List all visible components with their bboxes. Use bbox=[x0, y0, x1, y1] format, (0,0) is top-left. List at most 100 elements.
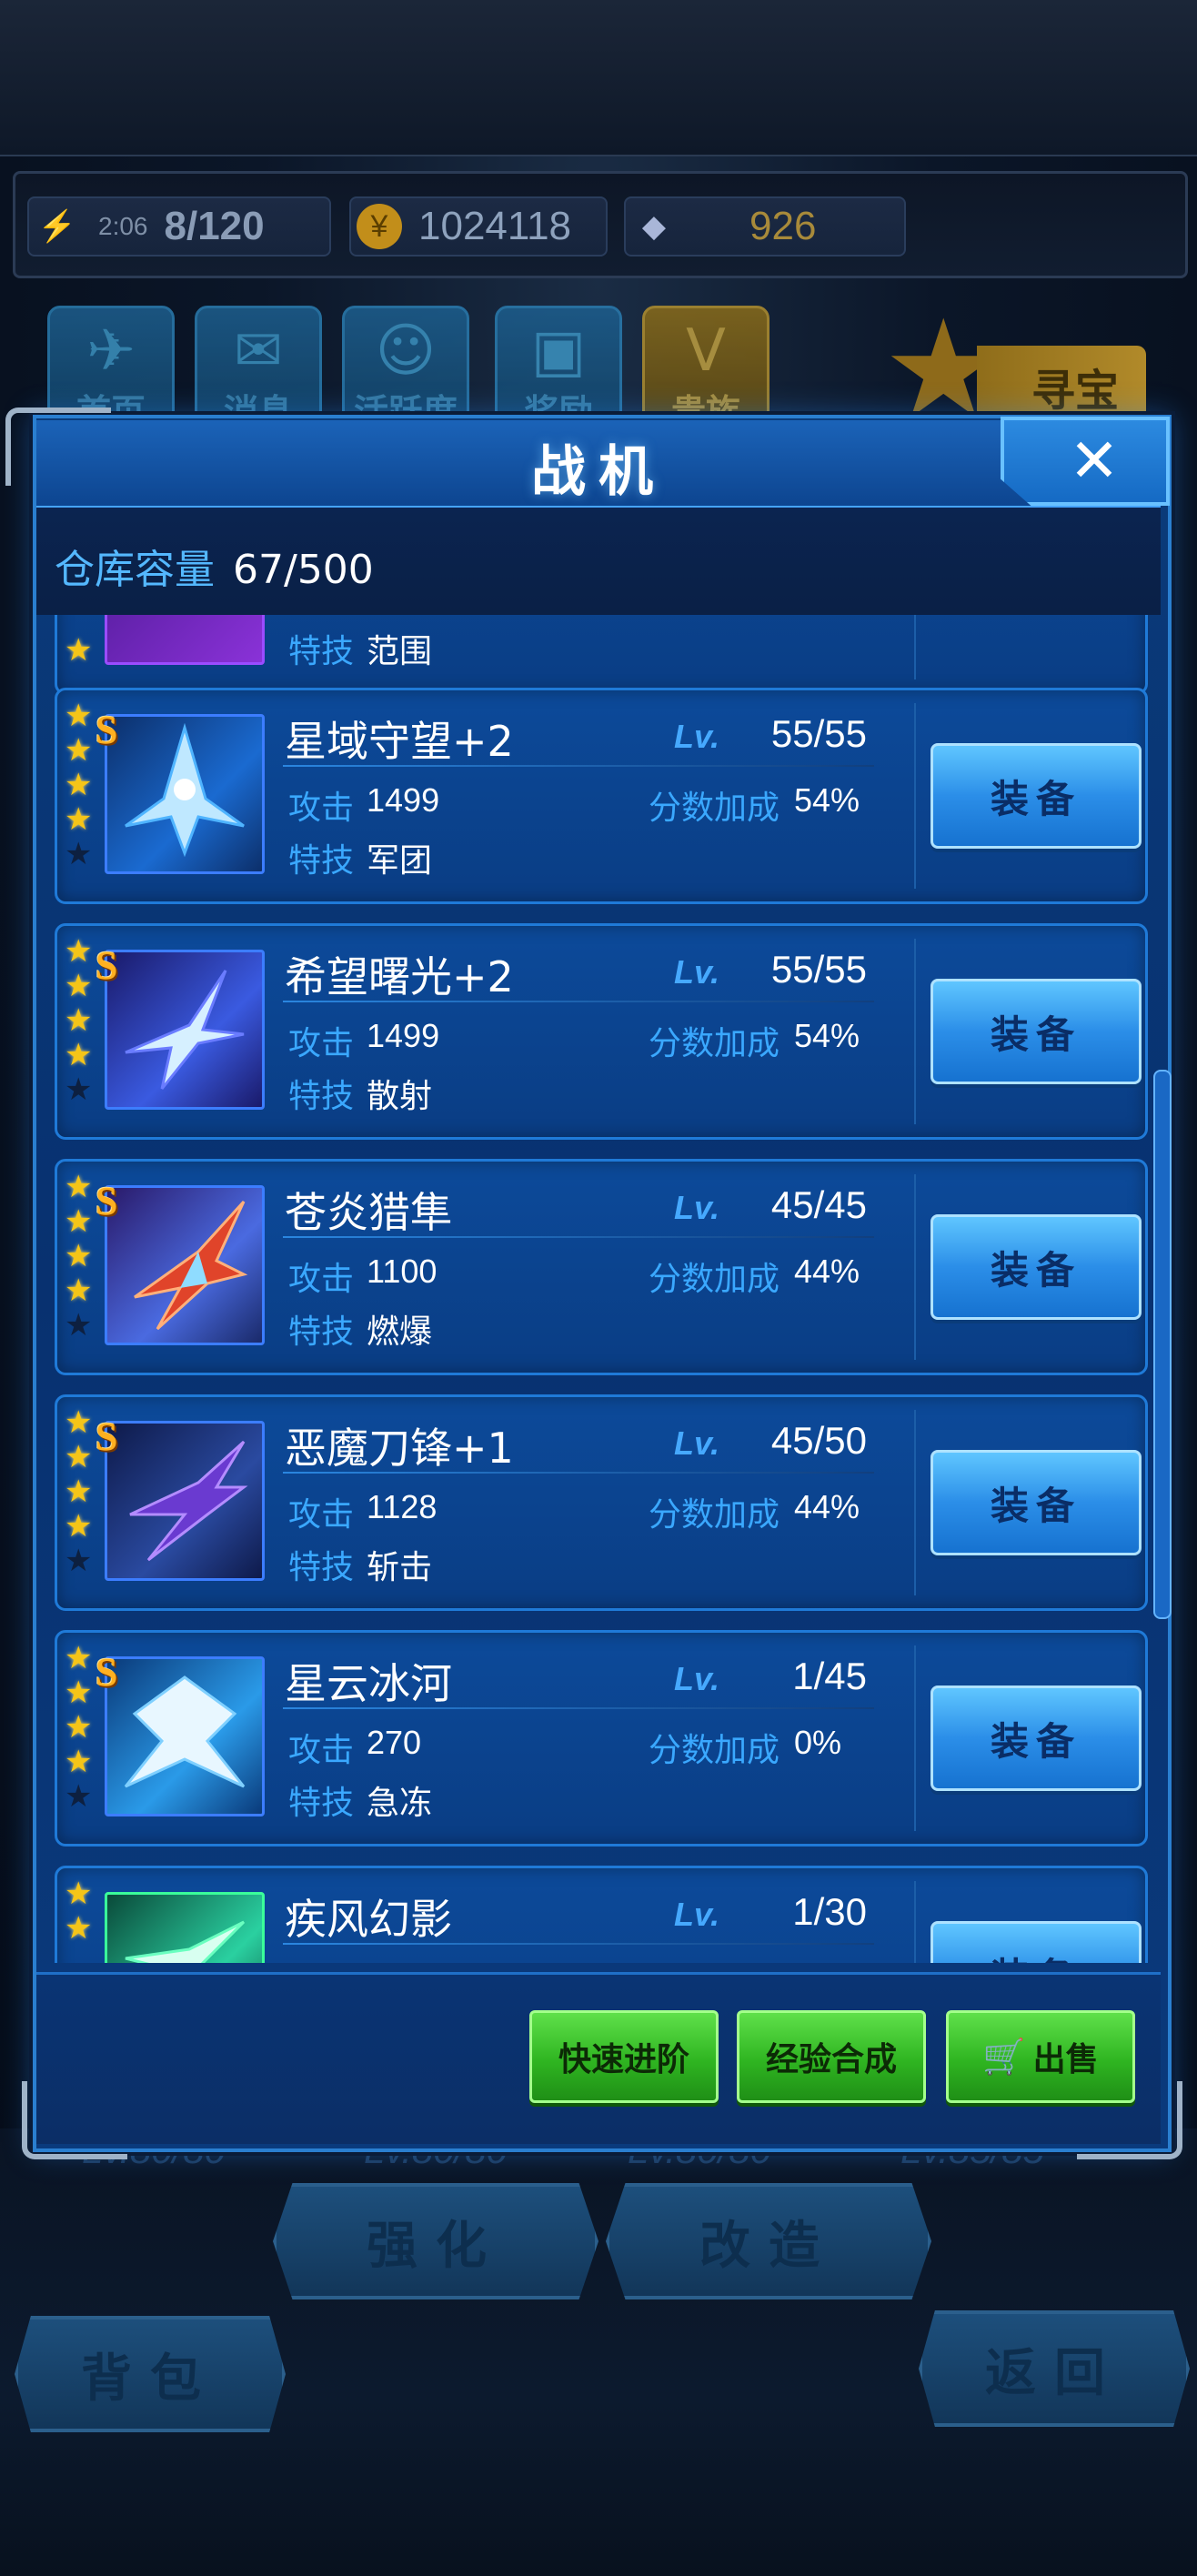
plane-card: ★ ★ ★ ★ ★ S +2 星域守望+2 Lv. 55/55 攻击 1499 … bbox=[55, 688, 1148, 904]
divider bbox=[914, 1881, 916, 1963]
attack-label: 攻击 bbox=[288, 1732, 355, 1769]
name-underline bbox=[283, 1001, 874, 1002]
enhance-badge: +2 bbox=[262, 836, 265, 868]
divider bbox=[914, 1174, 916, 1360]
treasure-button[interactable]: ★ 寻宝 bbox=[873, 291, 1146, 449]
plane-list[interactable]: ★ 特技 范围 ★ ★ ★ ★ ★ S +2 星域守望+2 Lv. 55/55 … bbox=[36, 615, 1161, 1963]
star-icon: ★ bbox=[65, 1709, 93, 1746]
skill-label: 特技 bbox=[288, 1785, 355, 1822]
star-icon: ★ bbox=[65, 1169, 93, 1205]
skill-label: 特技 bbox=[288, 842, 355, 880]
score-bonus-value: 0% bbox=[794, 1724, 842, 1761]
star-icon: ★ bbox=[65, 1238, 93, 1274]
plane-name: 疾风幻影 bbox=[285, 1895, 452, 1944]
rank-badge: S bbox=[96, 708, 118, 752]
scrollbar[interactable] bbox=[1153, 1070, 1172, 1619]
star-icon: ★ bbox=[65, 1474, 93, 1510]
plane-thumbnail bbox=[105, 1185, 265, 1345]
back-button[interactable]: 返回 bbox=[919, 2310, 1190, 2427]
plane-thumbnail bbox=[105, 615, 265, 665]
sell-button[interactable]: 🛒 出售 bbox=[946, 2010, 1135, 2103]
level-label: Lv. bbox=[674, 1189, 720, 1226]
coin-icon: ¥ bbox=[357, 204, 402, 249]
rank-badge: S bbox=[96, 1650, 118, 1695]
diamond-icon: ◆ bbox=[641, 209, 667, 244]
attack-label: 攻击 bbox=[288, 1496, 355, 1534]
energy-timer: 2:06 bbox=[98, 212, 148, 240]
score-bonus-value: 54% bbox=[794, 781, 860, 819]
star-icon: ★ bbox=[65, 1404, 93, 1441]
name-underline bbox=[283, 1943, 874, 1945]
plane-thumbnail bbox=[105, 1892, 265, 1963]
attack-label: 攻击 bbox=[288, 1025, 355, 1062]
skill-label: 特技 bbox=[288, 633, 355, 670]
exp-merge-button[interactable]: 经验合成 bbox=[737, 2010, 926, 2103]
star-icon: ★ bbox=[65, 767, 93, 803]
bag-button[interactable]: 背包 bbox=[15, 2316, 286, 2432]
star-icon: ★ bbox=[65, 1876, 93, 1912]
star-icon: ★ bbox=[65, 1744, 93, 1780]
rank-badge: S bbox=[96, 1179, 118, 1223]
rarity-stars: ★ ★ ★ ★ ★ bbox=[65, 1406, 96, 1577]
attack-label: 攻击 bbox=[288, 1261, 355, 1298]
rarity-stars: ★ ★ ★ ★ ★ bbox=[65, 1171, 96, 1342]
attack-value: 1128 bbox=[367, 1488, 438, 1525]
rank-badge: S bbox=[96, 943, 118, 988]
enhance-badge: +1 bbox=[262, 1543, 265, 1575]
modify-button[interactable]: 改造 bbox=[606, 2183, 931, 2299]
quick-advance-button[interactable]: 快速进阶 bbox=[529, 2010, 719, 2103]
skill-label: 特技 bbox=[288, 1078, 355, 1115]
energy-display[interactable]: ⚡ 2:06 8/120 bbox=[27, 196, 331, 257]
plane-icon bbox=[129, 1440, 248, 1562]
star-empty-icon: ★ bbox=[65, 1543, 93, 1579]
plane-thumbnail: +2 bbox=[105, 714, 265, 874]
score-bonus-value: 44% bbox=[794, 1253, 860, 1290]
rarity-stars: ★ ★ ★ ★ ★ bbox=[65, 699, 96, 870]
equip-button[interactable]: 装备 bbox=[930, 1450, 1142, 1555]
equip-button[interactable]: 装备 bbox=[930, 1685, 1142, 1791]
star-icon: ★ bbox=[65, 1675, 93, 1711]
strengthen-button[interactable]: 强化 bbox=[273, 2183, 598, 2299]
star-icon: ★ bbox=[65, 968, 93, 1004]
gold-display[interactable]: ¥ 1024118 bbox=[349, 196, 608, 257]
name-underline bbox=[283, 765, 874, 767]
attack-label: 攻击 bbox=[288, 790, 355, 827]
star-icon: ★ bbox=[65, 1508, 93, 1545]
name-underline bbox=[283, 1707, 874, 1709]
close-button[interactable]: ✕ bbox=[1001, 417, 1170, 506]
star-icon: ★ bbox=[65, 1203, 93, 1240]
sell-label: 出售 bbox=[1032, 2041, 1099, 2078]
plane-icon bbox=[125, 970, 245, 1090]
level-value: 55/55 bbox=[770, 948, 867, 991]
attack-value: 1100 bbox=[367, 1253, 438, 1290]
skill-value: 范围 bbox=[367, 633, 433, 670]
skill-value: 斩击 bbox=[367, 1549, 433, 1586]
cart-icon: 🛒 bbox=[982, 2036, 1026, 2077]
rarity-stars: ★ ★ bbox=[65, 1877, 96, 1945]
level-label: Lv. bbox=[674, 718, 720, 755]
level-value: 1/45 bbox=[792, 1655, 867, 1697]
star-icon: ★ bbox=[65, 1273, 93, 1309]
plane-icon bbox=[124, 1675, 246, 1788]
plane-card: ★ ★ 疾风幻影 Lv. 1/30 装备 bbox=[55, 1866, 1148, 1963]
star-icon: ★ bbox=[65, 801, 93, 838]
equip-button[interactable]: 装备 bbox=[930, 1214, 1142, 1320]
plane-card: ★ ★ ★ ★ ★ S +2 希望曙光+2 Lv. 55/55 攻击 1499 … bbox=[55, 923, 1148, 1140]
plane-icon bbox=[125, 722, 245, 858]
score-bonus-label: 分数加成 bbox=[649, 1025, 780, 1062]
score-bonus-label: 分数加成 bbox=[649, 1261, 780, 1298]
star-icon: ★ bbox=[65, 1002, 93, 1039]
rarity-stars: ★ ★ ★ ★ ★ bbox=[65, 935, 96, 1106]
skill-value: 军团 bbox=[367, 842, 433, 880]
level-value: 45/50 bbox=[770, 1419, 867, 1462]
plane-thumbnail: +1 bbox=[105, 1421, 265, 1581]
skill-value: 散射 bbox=[367, 1078, 433, 1115]
diamond-display[interactable]: ◆ 926 bbox=[624, 196, 906, 257]
equip-button[interactable]: 装备 bbox=[930, 743, 1142, 849]
divider bbox=[914, 1410, 916, 1595]
rarity-stars: ★ bbox=[65, 634, 96, 667]
score-bonus-value: 54% bbox=[794, 1017, 860, 1054]
equip-button[interactable]: 装备 bbox=[930, 979, 1142, 1084]
equip-button[interactable]: 装备 bbox=[930, 1921, 1142, 1963]
attack-value: 1499 bbox=[367, 1017, 440, 1054]
